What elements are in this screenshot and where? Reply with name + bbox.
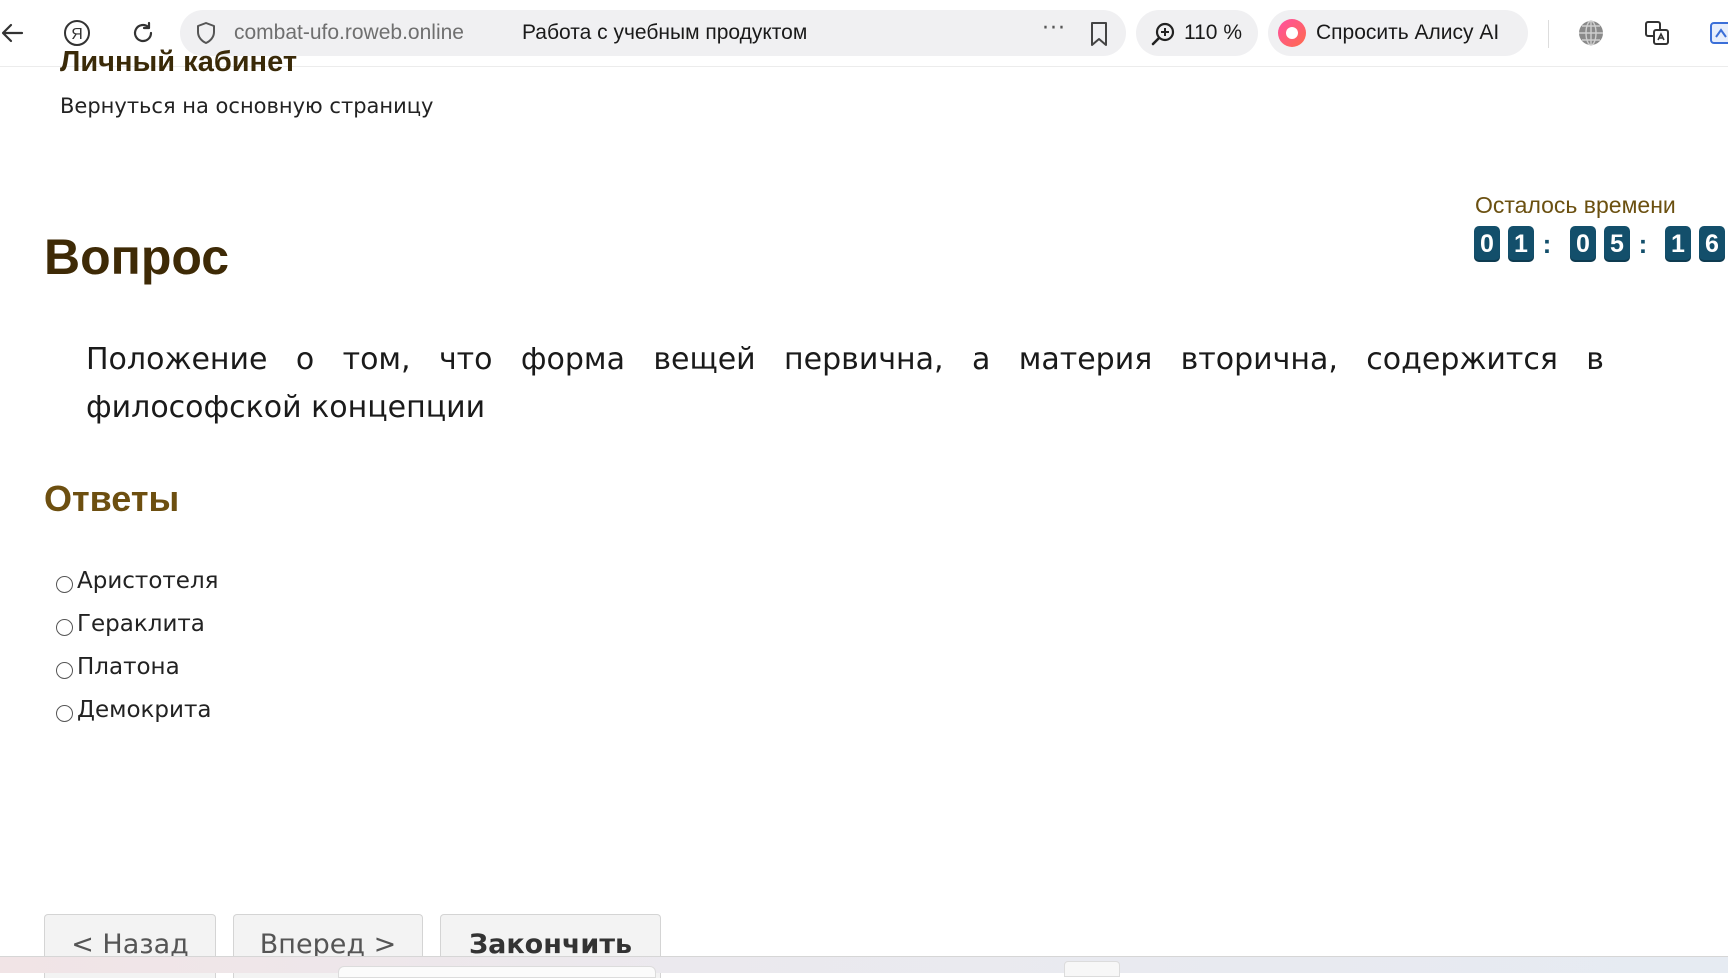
back-arrow-icon[interactable] — [0, 12, 34, 54]
answer-option[interactable]: Демокрита — [56, 692, 211, 728]
answer-label[interactable]: Платона — [77, 654, 180, 680]
timer-digit: 1 — [1508, 226, 1534, 262]
radio-button[interactable] — [56, 575, 73, 593]
bookmark-icon[interactable] — [1088, 21, 1110, 47]
ask-alice-label: Спросить Алису AI — [1316, 21, 1500, 44]
zoom-icon — [1150, 21, 1176, 47]
timer-digit: 5 — [1604, 226, 1630, 262]
answer-option[interactable]: Платона — [56, 649, 180, 685]
translate-icon[interactable] — [1636, 12, 1678, 54]
timer-separator: : — [1542, 228, 1552, 259]
bottom-tab[interactable] — [338, 966, 656, 978]
back-to-main-link[interactable]: Вернуться на основную страницу — [60, 94, 434, 118]
globe-icon[interactable] — [1570, 12, 1612, 54]
timer-digit: 0 — [1474, 226, 1500, 262]
timer-label: Осталось времени — [1475, 192, 1676, 218]
zoom-level: 110 % — [1184, 21, 1242, 44]
address-domain[interactable]: combat-ufo.roweb.online — [234, 21, 464, 45]
extension-icon[interactable] — [1700, 12, 1728, 54]
question-heading: Вопрос — [44, 229, 230, 285]
toolbar-divider — [1548, 20, 1549, 48]
svg-text:Я: Я — [71, 26, 83, 43]
more-icon[interactable]: ··· — [1042, 16, 1066, 41]
bottom-panel — [0, 956, 1728, 978]
cabinet-title: Личный кабинет — [60, 46, 298, 78]
answer-option[interactable]: Гераклита — [56, 606, 205, 642]
answer-label[interactable]: Гераклита — [77, 611, 205, 637]
radio-button[interactable] — [56, 704, 73, 722]
answer-label[interactable]: Аристотеля — [77, 568, 218, 594]
timer-digit: 6 — [1699, 226, 1725, 262]
answer-option[interactable]: Аристотеля — [56, 563, 218, 599]
timer-separator: : — [1638, 228, 1648, 259]
ask-alice-button[interactable]: Спросить Алису AI — [1268, 10, 1528, 56]
answers-heading: Ответы — [44, 478, 180, 519]
question-text: Положение о том, что форма вещей первичн… — [86, 342, 1604, 425]
shield-icon[interactable] — [194, 21, 218, 45]
zoom-indicator[interactable]: 110 % — [1136, 10, 1258, 56]
timer-digit: 1 — [1665, 226, 1691, 262]
radio-button[interactable] — [56, 661, 73, 679]
alice-icon — [1278, 19, 1306, 47]
answer-label[interactable]: Демокрита — [77, 697, 211, 723]
timer-digit: 0 — [1570, 226, 1596, 262]
address-bar[interactable]: combat-ufo.roweb.online Работа с учебным… — [180, 10, 1126, 56]
address-page-title[interactable]: Работа с учебным продуктом — [522, 21, 807, 45]
radio-button[interactable] — [56, 618, 73, 636]
bottom-tab[interactable] — [1064, 961, 1120, 977]
